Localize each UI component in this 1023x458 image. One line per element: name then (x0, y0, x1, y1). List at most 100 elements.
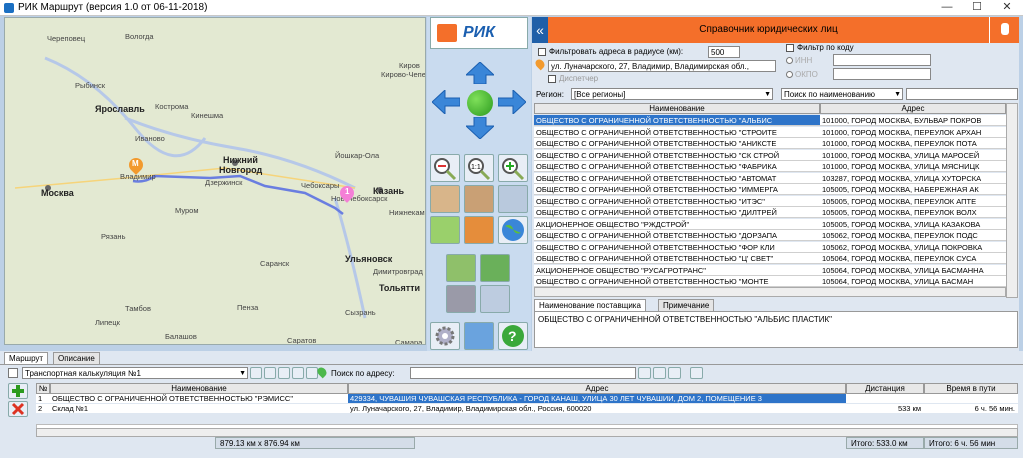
entity-row-name[interactable]: ОБЩЕСТВО С ОГРАНИЧЕННОЙ ОТВЕТСТВЕННОСТЬЮ… (534, 138, 820, 149)
route-column-address[interactable]: Адрес (348, 383, 846, 394)
calculation-select[interactable]: Транспортная калькуляция №1 ▼ (22, 367, 248, 379)
route-cell-address[interactable]: 429334, ЧУВАШИЯ ЧУВАШСКАЯ РЕСПУБЛИКА - Г… (348, 394, 846, 403)
route-cell-name[interactable]: ОБЩЕСТВО С ОГРАНИЧЕННОЙ ОТВЕТСТВЕННОСТЬЮ… (50, 394, 348, 403)
entity-row-name[interactable]: ОБЩЕСТВО С ОГРАНИЧЕННОЙ ОТВЕТСТВЕННОСТЬЮ… (534, 241, 820, 253)
address-search-input[interactable] (410, 367, 636, 379)
terrain-icon[interactable] (464, 216, 494, 244)
buildings-icon[interactable] (430, 185, 460, 213)
hybrid-layer-icon[interactable] (480, 285, 510, 313)
delete-point-icon[interactable] (8, 401, 28, 417)
tab-note[interactable]: Примечание (658, 299, 715, 311)
entity-row-address[interactable]: 105005, ГОРОД МОСКВА, ПЕРЕУЛОК ВОЛХ (820, 207, 1006, 218)
entity-row-name[interactable]: ОБЩЕСТВО С ОГРАНИЧЕННОЙ ОТВЕТСТВЕННОСТЬЮ… (534, 115, 820, 126)
zoom-in-icon[interactable] (498, 154, 528, 182)
pan-left-button[interactable] (431, 88, 461, 116)
puzzle-icon[interactable] (430, 216, 460, 244)
column-header-address[interactable]: Адрес (820, 103, 1006, 114)
entity-row-name[interactable]: ОБЩЕСТВО С ОГРАНИЧЕННОЙ ОТВЕТСТВЕННОСТЬЮ… (534, 195, 820, 207)
column-header-name[interactable]: Наименование (534, 103, 820, 114)
print-icon[interactable] (690, 367, 703, 379)
entity-row-address[interactable]: 101000, ГОРОД МОСКВА, УЛИЦА МЯСНИЦК (820, 161, 1006, 172)
route-cell-num[interactable]: 1 (36, 394, 50, 403)
entity-row-name[interactable]: ОБЩЕСТВО С ОГРАНИЧЕННОЙ ОТВЕТСТВЕННОСТЬЮ… (534, 149, 820, 161)
maximize-button[interactable]: ☐ (962, 0, 992, 16)
route-cell-address[interactable]: ул. Луначарского, 27, Владимир, Владимир… (348, 404, 846, 413)
settings-gear-icon[interactable] (430, 322, 460, 350)
entity-row-name[interactable]: ОБЩЕСТВО С ОГРАНИЧЕННОЙ ОТВЕТСТВЕННОСТЬЮ… (534, 161, 820, 172)
route-column-num[interactable]: № (36, 383, 50, 394)
entity-row-address[interactable]: 105064, ГОРОД МОСКВА, ПЕРЕУЛОК СУСА (820, 253, 1006, 264)
region-select[interactable]: [Все регионы] ▼ (571, 88, 773, 100)
add-calc-icon[interactable] (264, 367, 276, 379)
entity-row-address[interactable]: 101000, ГОРОД МОСКВА, УЛИЦА МАРОСЕЙ (820, 149, 1006, 161)
entity-row-address[interactable]: 105062, ГОРОД МОСКВА, УЛИЦА ПОКРОВКА (820, 241, 1006, 253)
entity-row-address[interactable]: 105005, ГОРОД МОСКВА, НАБЕРЕЖНАЯ АК (820, 184, 1006, 195)
route-column-time[interactable]: Время в пути (924, 383, 1018, 394)
address-field[interactable]: ул. Луначарского, 27, Владимир, Владимир… (548, 60, 776, 72)
zoom-out-icon[interactable] (430, 154, 460, 182)
entity-row-address[interactable]: 103287, ГОРОД МОСКВА, УЛИЦА ХУТОРСКА (820, 172, 1006, 184)
route-column-distance[interactable]: Дистанция (846, 383, 924, 394)
pan-down-button[interactable] (464, 116, 496, 140)
grid-horizontal-scrollbar[interactable] (534, 287, 1006, 297)
route-tool-icon[interactable] (653, 367, 666, 379)
entity-row-name[interactable]: ОБЩЕСТВО С ОГРАНИЧЕННОЙ ОТВЕТСТВЕННОСТЬЮ… (534, 230, 820, 241)
entity-row-address[interactable]: 101000, ГОРОД МОСКВА, ПЕРЕУЛОК АРХАН (820, 126, 1006, 138)
satellite-map-icon[interactable] (480, 254, 510, 282)
pan-up-button[interactable] (464, 61, 496, 85)
okpo-radio[interactable]: ОКПО (786, 70, 818, 79)
back-icon[interactable]: « (532, 17, 548, 43)
entity-row-address[interactable]: 105062, ГОРОД МОСКВА, ПЕРЕУЛОК ПОДС (820, 230, 1006, 241)
entity-row-name[interactable]: ОБЩЕСТВО С ОГРАНИЧЕННОЙ ОТВЕТСТВЕННОСТЬЮ… (534, 126, 820, 138)
entity-row-name[interactable]: ОБЩЕСТВО С ОГРАНИЧЕННОЙ ОТВЕТСТВЕННОСТЬЮ… (534, 276, 820, 287)
okpo-input[interactable] (833, 68, 931, 80)
report-icon[interactable] (464, 322, 494, 350)
entity-row-address[interactable]: 105064, ГОРОД МОСКВА, УЛИЦА БАСМАННА (820, 264, 1006, 276)
truck-icon[interactable] (668, 367, 681, 379)
route-cell-distance[interactable]: 533 км (846, 404, 924, 413)
add-point-icon[interactable] (8, 383, 28, 399)
save-calc-icon[interactable] (306, 367, 318, 379)
user-icon[interactable] (989, 17, 1019, 43)
entity-row-address[interactable]: 105005, ГОРОД МОСКВА, ПЕРЕУЛОК АПТЕ (820, 195, 1006, 207)
entity-row-name[interactable]: АКЦИОНЕРНОЕ ОБЩЕСТВО "РЖДСТРОЙ" (534, 218, 820, 230)
radius-filter-checkbox[interactable]: Фильтровать адреса в радиусе (км): (538, 47, 683, 56)
satellite-icon[interactable] (446, 285, 476, 313)
search-input[interactable] (906, 88, 1018, 100)
grid-vertical-scrollbar[interactable] (1006, 103, 1018, 298)
route-cell-name[interactable]: Склад №1 (50, 404, 348, 413)
find-address-icon[interactable] (638, 367, 651, 379)
edit-calc-icon[interactable] (278, 367, 290, 379)
radius-input[interactable]: 500 (708, 46, 740, 58)
tab-supplier-name[interactable]: Наименование поставщика (534, 299, 646, 311)
route-cell-time[interactable] (924, 394, 1018, 403)
entity-row-address[interactable]: 101000, ГОРОД МОСКВА, БУЛЬВАР ПОКРОВ (820, 115, 1006, 126)
zoom-reset-icon[interactable]: 1:1 (464, 154, 494, 182)
route-cell-num[interactable]: 2 (36, 404, 50, 413)
map-view[interactable]: Череповец Вологда Кострома Ярославль Иваново… (4, 17, 426, 345)
route-cell-distance[interactable] (846, 394, 924, 403)
entity-row-address[interactable]: 105005, ГОРОД МОСКВА, УЛИЦА КАЗАКОВА (820, 218, 1006, 230)
pan-right-button[interactable] (497, 88, 527, 116)
entity-row-name[interactable]: ОБЩЕСТВО С ОГРАНИЧЕННОЙ ОТВЕТСТВЕННОСТЬЮ… (534, 253, 820, 264)
delete-calc-icon[interactable] (292, 367, 304, 379)
entity-row-address[interactable]: 101000, ГОРОД МОСКВА, ПЕРЕУЛОК ПОТА (820, 138, 1006, 149)
route-horizontal-scrollbar[interactable] (36, 428, 1018, 437)
route-cell-time[interactable]: 6 ч. 56 мин. (924, 404, 1018, 413)
entity-row-name[interactable]: ОБЩЕСТВО С ОГРАНИЧЕННОЙ ОТВЕТСТВЕННОСТЬЮ… (534, 184, 820, 195)
search-mode-select[interactable]: Поиск по наименованию ▼ (781, 88, 903, 100)
code-filter-checkbox[interactable]: Фильтр по коду (786, 43, 854, 52)
houses-icon[interactable] (498, 185, 528, 213)
tab-route[interactable]: Маршрут (4, 352, 49, 364)
minimize-button[interactable]: — (932, 0, 962, 16)
route-column-name[interactable]: Наименование (50, 383, 348, 394)
tab-description[interactable]: Описание (53, 352, 100, 364)
entity-row-name[interactable]: АКЦИОНЕРНОЕ ОБЩЕСТВО "РУСАГРОТРАНС" (534, 264, 820, 276)
entity-row-name[interactable]: ОБЩЕСТВО С ОГРАНИЧЕННОЙ ОТВЕТСТВЕННОСТЬЮ… (534, 207, 820, 218)
globe-icon[interactable] (498, 216, 528, 244)
city-icon[interactable] (464, 185, 494, 213)
entity-row-address[interactable]: 105064, ГОРОД МОСКВА, УЛИЦА БАСМАН (820, 276, 1006, 287)
center-map-button[interactable] (467, 90, 493, 116)
help-icon[interactable]: ? (498, 322, 528, 350)
entity-row-name[interactable]: ОБЩЕСТВО С ОГРАНИЧЕННОЙ ОТВЕТСТВЕННОСТЬЮ… (534, 172, 820, 184)
